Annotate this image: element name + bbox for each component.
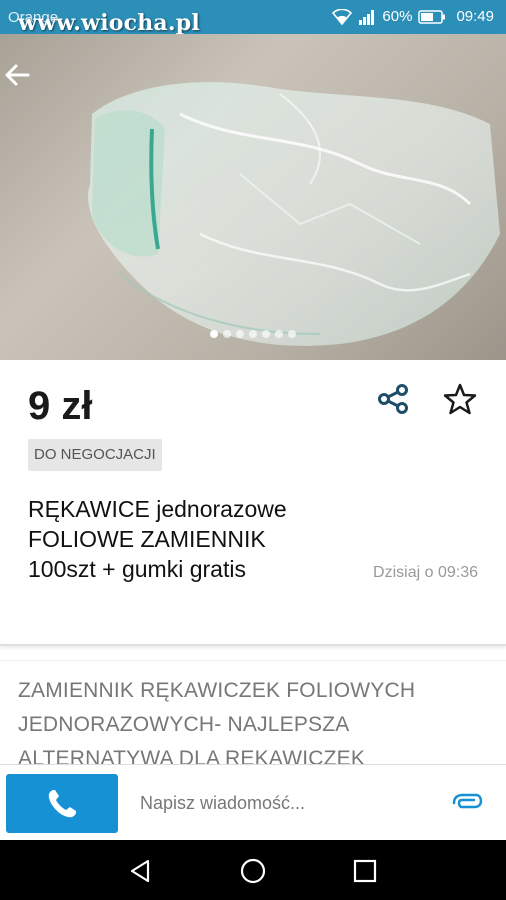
description-line: JEDNORAZOWYCH- NAJLEPSZA <box>18 713 350 736</box>
listing-date: Dzisiaj o 09:36 <box>373 564 478 581</box>
section-divider <box>0 660 506 661</box>
message-input[interactable]: Napisz wiadomość... <box>140 793 305 814</box>
signal-icon <box>359 9 375 25</box>
nav-back-icon[interactable] <box>126 857 154 885</box>
system-nav-bar <box>0 840 506 900</box>
description: ZAMIENNIK RĘKAWICZEK FOLIOWYCH JEDNORAZO… <box>18 674 498 776</box>
gallery-dots <box>0 330 506 338</box>
photo-image <box>88 82 500 346</box>
negotiable-badge: DO NEGOCJACJI <box>28 439 162 471</box>
price: 9 zł <box>28 384 93 428</box>
gallery-dot[interactable] <box>223 330 231 338</box>
title-line: 100szt + gumki gratis <box>28 556 246 582</box>
gallery-dot[interactable] <box>275 330 283 338</box>
wifi-icon <box>332 8 353 25</box>
star-icon[interactable] <box>443 382 477 416</box>
watermark: www.wiocha.pl <box>18 10 200 36</box>
battery-percent: 60% <box>382 8 413 25</box>
share-icon[interactable] <box>376 382 410 416</box>
paperclip-icon[interactable] <box>450 791 484 815</box>
gallery-dot[interactable] <box>210 330 218 338</box>
battery-icon <box>418 9 446 24</box>
description-line: ZAMIENNIK RĘKAWICZEK FOLIOWYCH <box>18 679 416 702</box>
product-photo[interactable] <box>0 34 506 360</box>
nav-recents-icon[interactable] <box>351 857 379 885</box>
nav-home-icon[interactable] <box>239 857 267 885</box>
screen: Orange www.wiocha.pl 60% 09:49 9 zł DO N… <box>0 0 506 900</box>
listing-card: 9 zł DO NEGOCJACJI RĘKAWICE jednorazowe … <box>0 360 506 646</box>
title-line: FOLIOWE ZAMIENNIK <box>28 526 266 552</box>
back-arrow-icon[interactable] <box>0 58 34 92</box>
gallery-dot[interactable] <box>262 330 270 338</box>
title-line: RĘKAWICE jednorazowe <box>28 496 287 522</box>
call-button[interactable] <box>6 774 118 833</box>
gallery-dot[interactable] <box>249 330 257 338</box>
listing-title: RĘKAWICE jednorazowe FOLIOWE ZAMIENNIK 1… <box>28 494 338 584</box>
clock: 09:49 <box>456 8 494 25</box>
phone-icon <box>48 789 76 817</box>
status-icons: 60% 09:49 <box>332 8 494 25</box>
status-bar: Orange www.wiocha.pl 60% 09:49 <box>0 0 506 36</box>
bottom-action-bar: Napisz wiadomość... <box>0 764 506 840</box>
gallery-dot[interactable] <box>236 330 244 338</box>
gallery-dot[interactable] <box>288 330 296 338</box>
